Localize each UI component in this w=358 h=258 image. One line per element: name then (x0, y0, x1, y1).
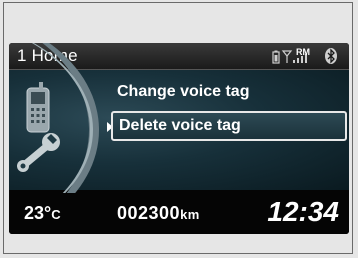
footer-bar: 23°C 002300km 12:34 (9, 193, 349, 234)
menu-item-label: Delete voice tag (119, 117, 241, 134)
menu-panel: Change voice tag Delete voice tag (9, 43, 349, 234)
battery-icon (272, 50, 280, 64)
display-screen: 1 Home RM Change voice tag Delete voice … (9, 43, 349, 234)
phone-settings-icon (17, 80, 87, 180)
temperature-readout: 23°C (24, 203, 61, 224)
menu-item-delete-voice-tag[interactable]: Delete voice tag (111, 111, 347, 141)
status-icons: RM (271, 46, 341, 66)
clock: 12:34 (267, 196, 339, 227)
roaming-label: RM (296, 47, 310, 57)
menu-item-change-voice-tag[interactable]: Change voice tag (111, 77, 347, 107)
odometer-value: 002300 (117, 203, 181, 223)
odometer-readout: 002300km (117, 203, 200, 224)
odometer-unit: km (180, 207, 200, 222)
bluetooth-icon (325, 48, 337, 64)
temperature-unit: C (51, 207, 61, 222)
temperature-value: 23° (24, 203, 52, 223)
menu-item-label: Change voice tag (117, 83, 250, 100)
